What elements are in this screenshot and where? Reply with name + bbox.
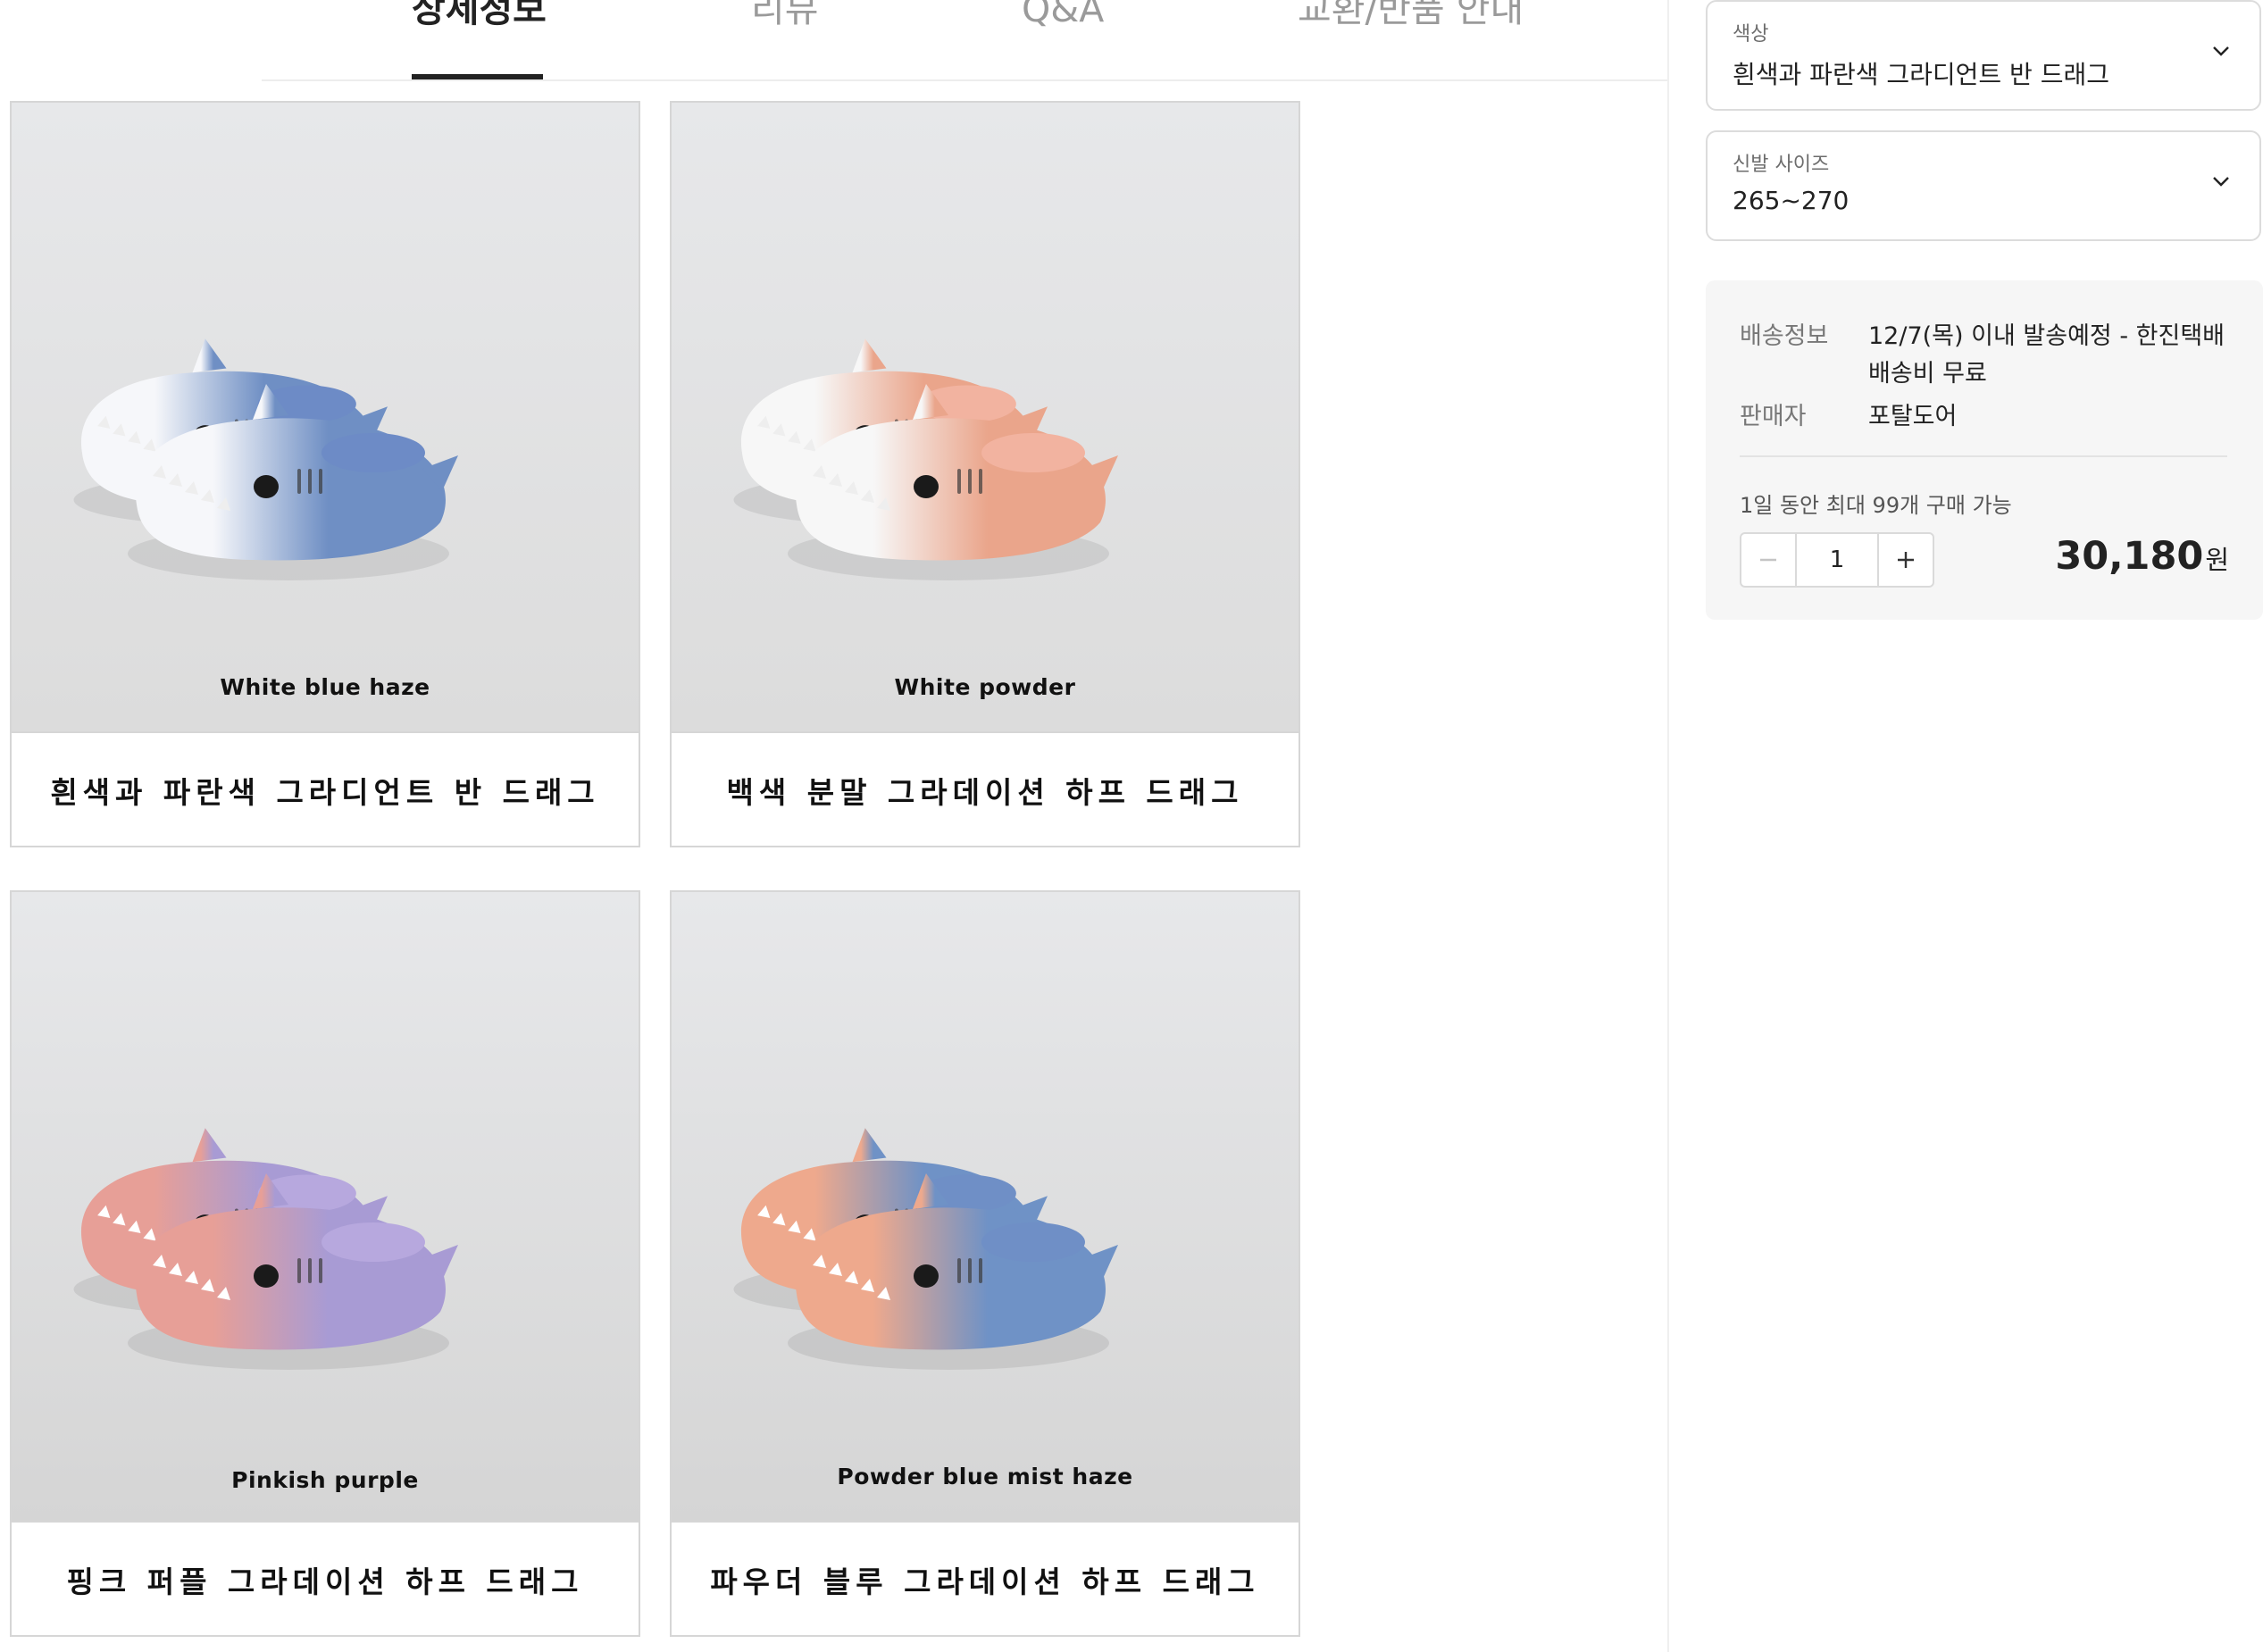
- color-select[interactable]: 색상 흰색과 파란색 그라디언트 반 드래그: [1706, 0, 2261, 111]
- product-name: 핑크 퍼플 그라데이션 하프 드래그: [66, 1564, 584, 1599]
- product-name: 흰색과 파란색 그라디언트 반 드래그: [50, 775, 600, 810]
- product-card[interactable]: Powder blue mist haze 파우더 블루 그라데이션 하프 드래…: [670, 890, 1300, 1637]
- total-price: 30,180원: [2055, 534, 2229, 579]
- active-tab-indicator: [412, 74, 543, 79]
- purchase-info-box: 배송정보 12/7(목) 이내 발송예정 - 한진택배 배송비 무료 판매자 포…: [1706, 280, 2263, 620]
- shipping-date: 12/7(목) 이내 발송예정 - 한진택배: [1868, 322, 2225, 350]
- product-grid: White blue haze 흰색과 파란색 그라디언트 반 드래그 Whit…: [10, 101, 1305, 1637]
- tab-qna[interactable]: Q&A: [1022, 0, 1104, 28]
- detail-tabs: 상세정보 리뷰 Q&A 교환/반품 안내: [262, 0, 1668, 81]
- plus-icon: [1898, 552, 1914, 568]
- product-caption: White powder: [894, 674, 1076, 700]
- product-name: 백색 분말 그라데이션 하프 드래그: [726, 775, 1244, 810]
- seller-name: 포탈도어: [1868, 403, 1958, 430]
- info-divider: [1740, 455, 2227, 457]
- tab-exchange-return[interactable]: 교환/반품 안내: [1298, 0, 1524, 28]
- seller-label: 판매자: [1740, 403, 1807, 430]
- shipping-label: 배송정보: [1740, 322, 1829, 350]
- product-card[interactable]: Pinkish purple 핑크 퍼플 그라데이션 하프 드래그: [10, 890, 640, 1637]
- color-select-value: 흰색과 파란색 그라디언트 반 드래그: [1733, 60, 2110, 89]
- size-select-label: 신발 사이즈: [1733, 154, 1830, 176]
- product-name: 파우더 블루 그라데이션 하프 드래그: [710, 1564, 1260, 1599]
- tab-details[interactable]: 상세정보: [412, 0, 547, 28]
- increase-quantity-button[interactable]: [1877, 534, 1933, 586]
- product-image: [672, 892, 1299, 1521]
- decrease-quantity-button[interactable]: [1741, 534, 1797, 586]
- minus-icon: [1760, 558, 1776, 562]
- tab-reviews[interactable]: 리뷰: [751, 0, 818, 28]
- product-image: [672, 103, 1299, 731]
- product-image: [12, 892, 639, 1521]
- price-unit: 원: [2205, 545, 2229, 575]
- shipping-fee: 배송비 무료: [1868, 360, 1987, 388]
- product-caption: Powder blue mist haze: [837, 1464, 1133, 1489]
- product-caption: Pinkish purple: [231, 1467, 419, 1493]
- color-select-label: 색상: [1733, 23, 1769, 46]
- product-image: [12, 103, 639, 731]
- product-card[interactable]: White powder 백색 분말 그라데이션 하프 드래그: [670, 101, 1300, 847]
- product-card[interactable]: White blue haze 흰색과 파란색 그라디언트 반 드래그: [10, 101, 640, 847]
- panel-divider: [1667, 0, 1669, 1652]
- price-amount: 30,180: [2055, 534, 2204, 579]
- product-caption: White blue haze: [220, 674, 430, 700]
- size-select-value: 265~270: [1733, 186, 1850, 215]
- quantity-stepper: 1: [1740, 532, 1934, 588]
- quantity-value[interactable]: 1: [1795, 534, 1879, 586]
- size-select[interactable]: 신발 사이즈 265~270: [1706, 130, 2261, 241]
- purchase-limit: 1일 동안 최대 99개 구매 가능: [1740, 493, 2012, 518]
- chevron-down-icon: [2213, 46, 2229, 56]
- chevron-down-icon: [2213, 177, 2229, 187]
